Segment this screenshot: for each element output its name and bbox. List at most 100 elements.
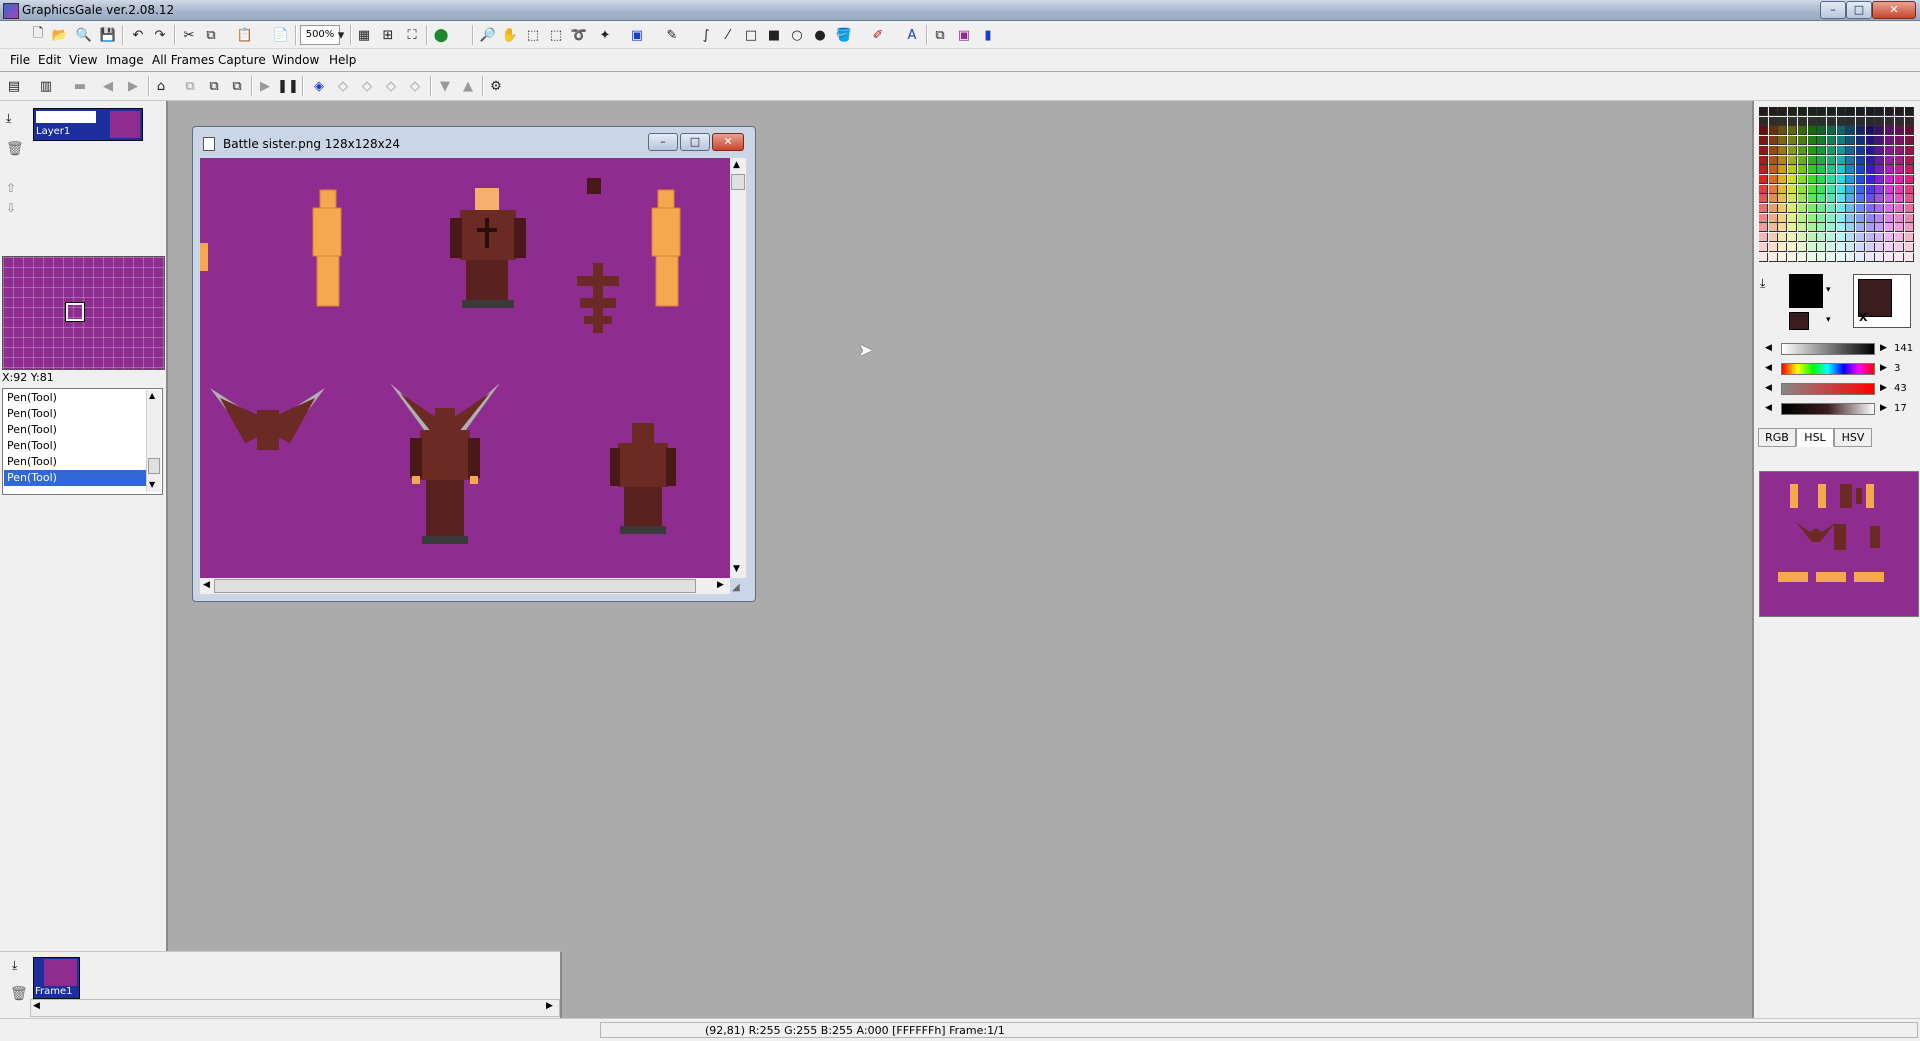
palette-swatch[interactable] (1778, 242, 1788, 252)
palette-swatch[interactable] (1768, 223, 1778, 233)
undo-icon[interactable]: ↶ (129, 26, 147, 44)
palette-swatch[interactable] (1807, 174, 1817, 184)
palette-swatch[interactable] (1797, 174, 1807, 184)
palette-swatch[interactable] (1904, 126, 1914, 136)
palette-swatch[interactable] (1904, 252, 1914, 262)
palette-swatch[interactable] (1788, 116, 1798, 126)
palette-swatch[interactable] (1768, 155, 1778, 165)
palette-swatch[interactable] (1885, 136, 1895, 146)
palette-swatch[interactable] (1778, 116, 1788, 126)
palette-swatch[interactable] (1904, 136, 1914, 146)
palette-swatch[interactable] (1885, 184, 1895, 194)
palette-swatch[interactable] (1817, 233, 1827, 243)
palette-swatch[interactable] (1894, 252, 1904, 262)
palette-swatch[interactable] (1788, 184, 1798, 194)
palette-swatch[interactable] (1875, 213, 1885, 223)
scroll-down-icon[interactable]: ▼ (149, 480, 155, 489)
palette-swatch[interactable] (1885, 194, 1895, 204)
rectangle-tool-icon[interactable]: □ (742, 26, 760, 44)
hue-slider[interactable] (1781, 363, 1875, 375)
transform-icon[interactable]: ▣ (628, 26, 646, 44)
palette-swatch[interactable] (1836, 126, 1846, 136)
list-item[interactable]: Pen(Tool) (4, 390, 148, 406)
palette-swatch[interactable] (1846, 174, 1856, 184)
filled-rectangle-tool-icon[interactable]: ■ (765, 26, 783, 44)
palette-swatch[interactable] (1865, 174, 1875, 184)
palette-swatch[interactable] (1759, 136, 1768, 146)
palette-swatch[interactable] (1768, 116, 1778, 126)
palette-swatch[interactable] (1885, 233, 1895, 243)
fill-tool-icon[interactable]: 🪣 (835, 26, 853, 44)
palette-swatch[interactable] (1826, 242, 1836, 252)
frame-item[interactable]: Frame1 (33, 957, 80, 999)
palette-swatch[interactable] (1788, 174, 1798, 184)
palette-swatch[interactable] (1894, 194, 1904, 204)
alpha-slider[interactable] (1781, 343, 1875, 355)
line-tool-icon[interactable]: ∫ (697, 26, 715, 44)
chevron-down-icon[interactable]: ▾ (336, 26, 346, 44)
palette-swatch[interactable] (1894, 116, 1904, 126)
palette-swatch[interactable] (1846, 184, 1856, 194)
palette-swatch[interactable] (1807, 194, 1817, 204)
palette-swatch[interactable] (1778, 233, 1788, 243)
palette-swatch[interactable] (1856, 194, 1865, 204)
navigator-preview[interactable] (2, 256, 165, 370)
palette-swatch[interactable] (1894, 107, 1904, 116)
palette-swatch[interactable] (1759, 174, 1768, 184)
palette-swatch[interactable] (1856, 252, 1865, 262)
pixel-grid-icon[interactable]: ⊞ (379, 26, 397, 44)
palette-swatch[interactable] (1846, 155, 1856, 165)
doc-minimize-button[interactable]: – (648, 133, 678, 151)
palette-swatch[interactable] (1768, 213, 1778, 223)
slider-left-icon[interactable]: ◀ (1765, 363, 1772, 373)
menu-view[interactable]: View (65, 52, 101, 68)
palette-swatch[interactable] (1875, 233, 1885, 243)
palette-swatch[interactable] (1894, 223, 1904, 233)
palette-swatch[interactable] (1856, 233, 1865, 243)
palette-swatch[interactable] (1778, 165, 1788, 175)
merge-layer-icon[interactable]: ◇ (382, 77, 400, 95)
trash-icon[interactable]: 🗑 (10, 986, 28, 1002)
palette-swatch[interactable] (1894, 165, 1904, 175)
palette-swatch[interactable] (1807, 252, 1817, 262)
document-window[interactable]: Battle sister.png 128x128x24 – □ ✕ ▲ ▼ ◀… (192, 126, 756, 602)
palette-swatch[interactable] (1904, 204, 1914, 213)
palette-swatch[interactable] (1817, 223, 1827, 233)
palette-swatch[interactable] (1826, 165, 1836, 175)
color-picker-icon[interactable]: ▮ (979, 26, 997, 44)
palette-swatch[interactable] (1894, 155, 1904, 165)
frame-props-icon[interactable]: ▬ (71, 77, 89, 95)
add-layer-icon[interactable]: ◈ (310, 77, 328, 95)
palette-swatch[interactable] (1778, 174, 1788, 184)
palette-swatch[interactable] (1817, 126, 1827, 136)
palette-swatch[interactable] (1836, 174, 1846, 184)
new-file-icon[interactable]: 🗋 (29, 26, 47, 44)
palette-swatch[interactable] (1875, 116, 1885, 126)
palette-swatch[interactable] (1846, 126, 1856, 136)
slider-left-icon[interactable]: ◀ (1765, 343, 1772, 353)
palette-swatch[interactable] (1875, 136, 1885, 146)
chevron-down-icon[interactable]: ▾ (1826, 315, 1831, 325)
move-down-icon[interactable]: ▼ (436, 77, 454, 95)
palette-swatch[interactable] (1817, 194, 1827, 204)
palette-swatch[interactable] (1856, 155, 1865, 165)
palette-swatch[interactable] (1807, 145, 1817, 155)
palette-swatch[interactable] (1807, 155, 1817, 165)
palette-swatch[interactable] (1817, 242, 1827, 252)
palette-swatch[interactable] (1807, 126, 1817, 136)
palette-swatch[interactable] (1768, 242, 1778, 252)
layer-up-icon[interactable]: ⇧ (6, 181, 16, 195)
palette-swatch[interactable] (1875, 184, 1885, 194)
palette-swatch[interactable] (1759, 223, 1768, 233)
palette-swatch[interactable] (1817, 184, 1827, 194)
saturation-slider[interactable] (1781, 383, 1875, 395)
menu-window[interactable]: Window (268, 52, 323, 68)
palette-swatch[interactable] (1807, 184, 1817, 194)
palette-swatch[interactable] (1836, 116, 1846, 126)
palette-swatch[interactable] (1826, 107, 1836, 116)
palette-swatch[interactable] (1788, 213, 1798, 223)
palette-swatch[interactable] (1885, 107, 1895, 116)
palette-swatch[interactable] (1797, 213, 1807, 223)
palette-swatch[interactable] (1904, 145, 1914, 155)
palette-swatch[interactable] (1856, 213, 1865, 223)
